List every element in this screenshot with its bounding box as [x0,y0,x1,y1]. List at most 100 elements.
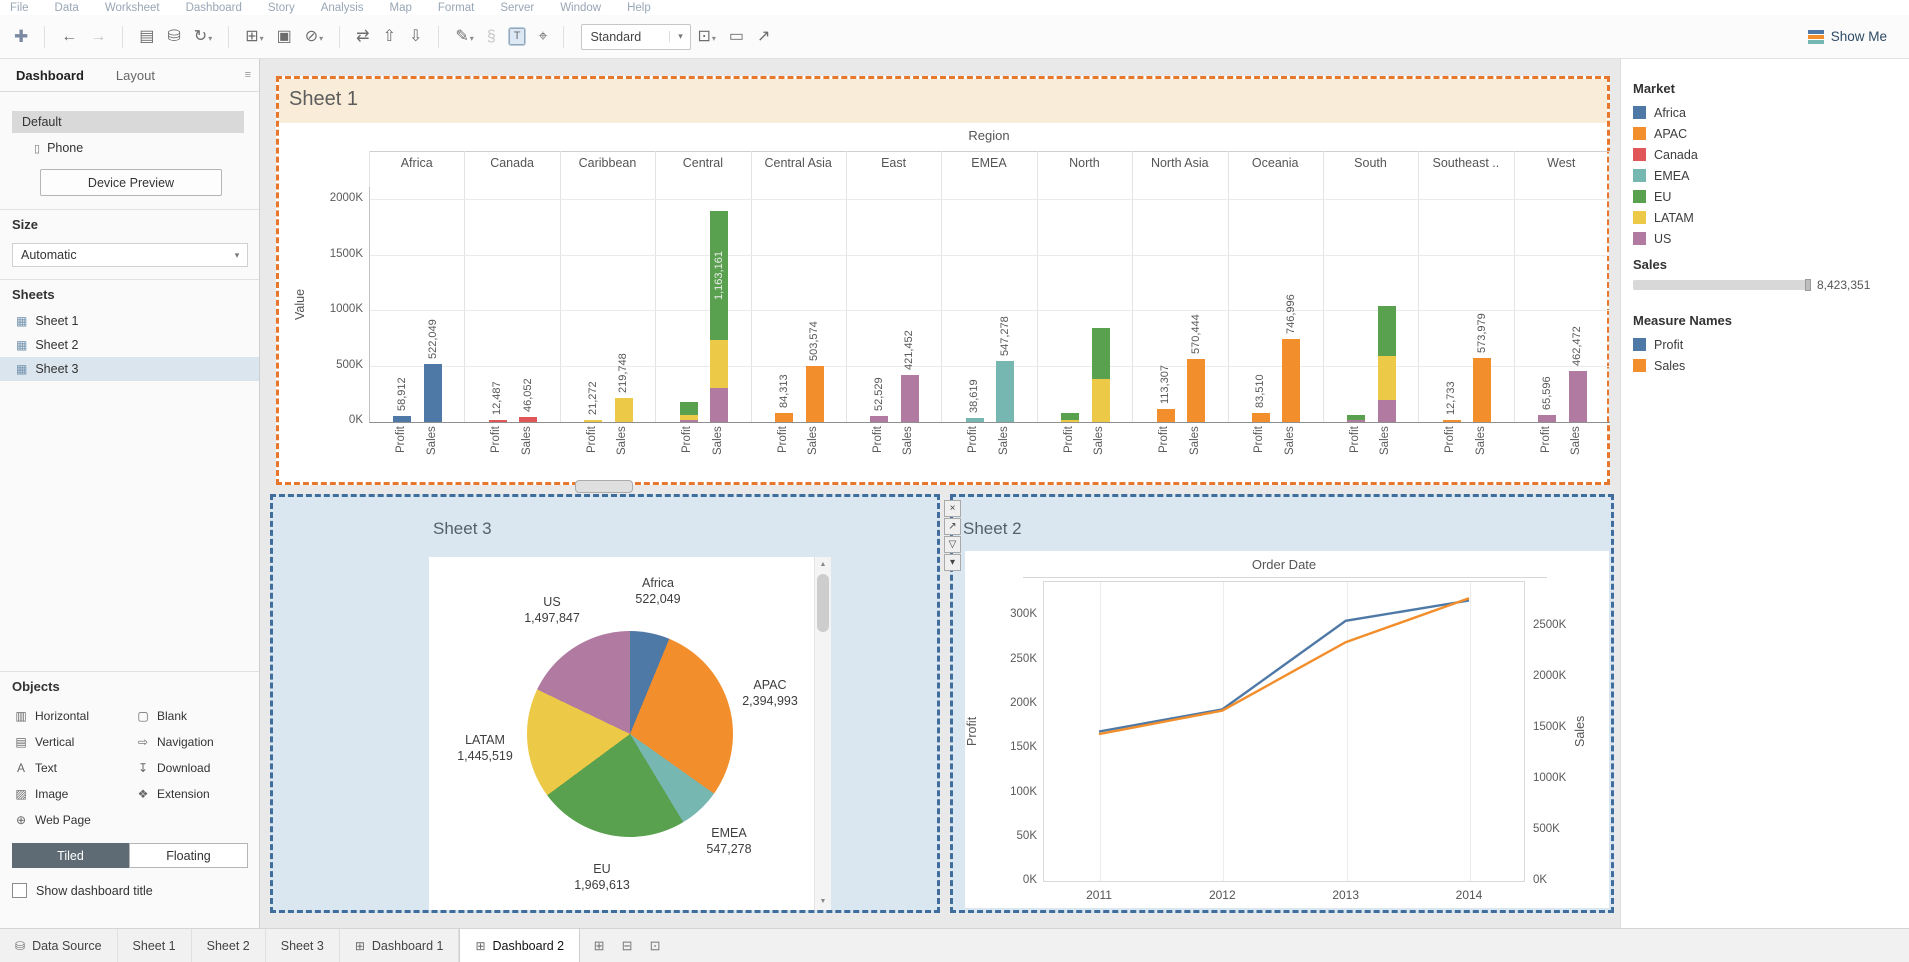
scrollbar-thumb[interactable] [817,574,829,632]
bar-sales-segment[interactable] [424,364,442,422]
bar-profit-segment[interactable] [1347,415,1365,420]
bar-profit-segment[interactable] [1443,420,1461,422]
sidebar-sheet-3[interactable]: ▦Sheet 3 [0,357,259,381]
bar-profit-segment[interactable] [1061,413,1079,420]
clear-sheet-button[interactable]: ⊘▾ [305,29,323,45]
undo-button[interactable]: ← [61,29,77,45]
bar-sales-segment[interactable] [1187,359,1205,422]
bar-profit-segment[interactable] [966,418,984,422]
duplicate-sheet-button[interactable]: ▣ [277,29,292,45]
object-navigation[interactable]: ⇨Navigation [132,729,254,755]
legend-item-eu[interactable]: EU [1633,186,1698,207]
legend-item-emea[interactable]: EMEA [1633,165,1698,186]
remove-zone-button[interactable]: × [944,500,961,517]
sidebar-sheet-2[interactable]: ▦Sheet 2 [0,333,259,357]
tableau-logo-icon[interactable]: ✚ [14,28,28,45]
show-dashboard-title-checkbox[interactable] [12,883,27,898]
pane-menu-icon[interactable]: ≡ [245,69,259,81]
menu-format[interactable]: Format [438,2,474,14]
bar-profit-segment[interactable] [489,420,507,422]
save-button[interactable]: ▤ [139,29,154,45]
object-extension[interactable]: ❖Extension [132,781,254,807]
share-button[interactable]: ↗ [757,29,770,45]
bar-sales-segment[interactable] [710,340,728,388]
show-me-button[interactable]: Show Me [1800,25,1895,48]
tab-sheet-1[interactable]: Sheet 1 [118,929,192,962]
tab-data-source[interactable]: ⛁Data Source [0,929,118,962]
new-worksheet-tab-button[interactable]: ⊞ [586,938,612,954]
bar-profit-segment[interactable] [1347,420,1365,422]
highlight-button[interactable]: ✎▾ [455,29,473,45]
chevron-down-icon[interactable]: ▾ [208,35,212,45]
chevron-down-icon[interactable]: ▾ [260,35,264,45]
bar-profit-segment[interactable] [1252,413,1270,422]
sales-filter-slider[interactable] [1633,280,1811,290]
measure-item-sales[interactable]: Sales [1633,355,1732,376]
scroll-up-icon[interactable]: ▲ [815,557,831,573]
new-story-tab-button[interactable]: ⊡ [642,938,668,954]
bar-profit-segment[interactable] [680,402,698,415]
tab-dashboard-1[interactable]: ⊞Dashboard 1 [340,929,460,962]
menu-data[interactable]: Data [55,2,79,14]
object-web-page[interactable]: ⊕Web Page [10,807,132,833]
format-painter-button[interactable]: § [487,29,496,45]
swap-axes-button[interactable]: ⇄ [356,29,369,45]
object-download[interactable]: ↧Download [132,755,254,781]
show-mark-labels-button[interactable]: T [509,28,526,44]
device-preview-button[interactable]: Device Preview [40,169,222,196]
device-phone-row[interactable]: ▯ Phone [12,137,244,159]
legend-item-latam[interactable]: LATAM [1633,207,1698,228]
bar-sales-segment[interactable] [710,388,728,422]
go-to-sheet-button[interactable]: ↗ [944,518,961,535]
bar-profit-segment[interactable] [680,420,698,422]
legend-item-africa[interactable]: Africa [1633,102,1698,123]
zone-drag-handle[interactable] [575,480,633,493]
bar-sales-segment[interactable] [1282,339,1300,422]
zone-more-options-button[interactable]: ▾ [944,554,961,571]
size-select[interactable]: Automatic ▾ [12,243,248,267]
chevron-down-icon[interactable]: ▾ [470,35,474,45]
sheet3-scrollbar[interactable]: ▲ ▼ [814,557,831,910]
scroll-down-icon[interactable]: ▼ [815,894,831,910]
sort-ascending-button[interactable]: ⇧ [383,29,396,45]
chevron-down-icon[interactable]: ▾ [669,31,690,42]
floating-button[interactable]: Floating [129,843,248,868]
tab-layout-pane[interactable]: Layout [100,59,171,91]
new-data-source-button[interactable]: ⛁ [167,29,180,45]
fit-selector-button[interactable]: ⊡▾ [697,29,715,45]
legend-item-canada[interactable]: Canada [1633,144,1698,165]
bar-sales-segment[interactable] [996,361,1014,422]
bar-sales-segment[interactable] [806,366,824,422]
bar-profit-segment[interactable] [680,415,698,420]
menu-file[interactable]: File [10,2,29,14]
bar-sales-segment[interactable] [1092,328,1110,379]
tab-dashboard-2[interactable]: ⊞Dashboard 2 [459,929,580,962]
menu-map[interactable]: Map [390,2,412,14]
tab-dashboard-pane[interactable]: Dashboard [0,59,100,91]
bar-profit-segment[interactable] [1061,420,1079,422]
bar-sales-segment[interactable] [519,417,537,422]
object-image[interactable]: ▨Image [10,781,132,807]
object-blank[interactable]: ▢Blank [132,703,254,729]
bar-profit-segment[interactable] [775,413,793,422]
object-text[interactable]: AText [10,755,132,781]
measure-item-profit[interactable]: Profit [1633,334,1732,355]
tab-sheet-3[interactable]: Sheet 3 [266,929,340,962]
bar-profit-segment[interactable] [1157,409,1175,422]
zone-sheet2[interactable]: Sheet 2 Order Date20112012201320140K50K1… [950,494,1614,913]
menu-server[interactable]: Server [500,2,534,14]
bar-sales-segment[interactable] [1378,356,1396,400]
menu-analysis[interactable]: Analysis [321,2,364,14]
sort-descending-button[interactable]: ⇩ [409,29,422,45]
bar-profit-segment[interactable] [1538,415,1556,422]
bar-sales-segment[interactable] [1473,358,1491,422]
sidebar-sheet-1[interactable]: ▦Sheet 1 [0,309,259,333]
tiled-button[interactable]: Tiled [12,843,129,868]
bar-sales-segment[interactable] [1378,306,1396,356]
bar-sales-segment[interactable] [1569,371,1587,422]
bar-profit-segment[interactable] [393,416,411,423]
zone-sheet1[interactable]: Sheet 1 RegionAfricaCanadaCaribbeanCentr… [276,76,1610,485]
bar-sales-segment[interactable] [1378,400,1396,422]
bar-sales-segment[interactable] [901,375,919,422]
view-mode-select[interactable]: Standard ▾ [581,24,691,50]
